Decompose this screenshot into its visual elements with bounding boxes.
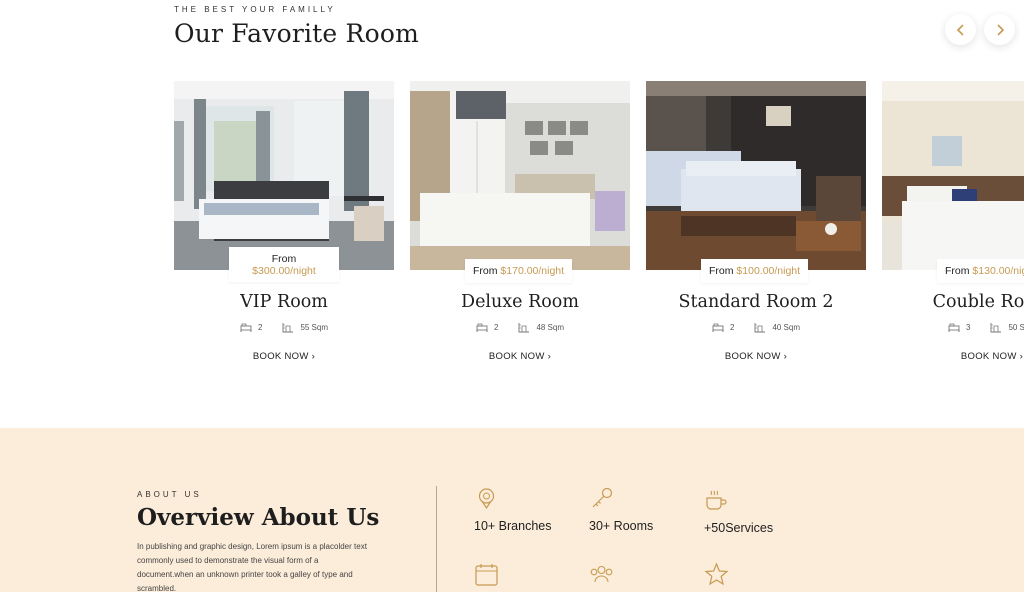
room-name[interactable]: VIP Room — [174, 292, 394, 312]
about-eyebrow: ABOUT US — [137, 490, 202, 499]
room-name[interactable]: Deluxe Room — [410, 292, 630, 312]
book-now-link[interactable]: BOOK NOW › — [882, 351, 1024, 362]
room-meta: 2 55 Sqm — [174, 322, 394, 333]
area-icon — [282, 323, 294, 333]
book-now-label: BOOK NOW — [488, 351, 545, 362]
chevron-right-icon: › — [1019, 351, 1024, 362]
about-text: In publishing and graphic design, Lorem … — [137, 542, 367, 592]
price-tag: From $100.00/night — [701, 259, 809, 283]
price-tag: From $130.00/night — [937, 259, 1024, 283]
price-tag: From $170.00/night — [465, 259, 573, 283]
chevron-right-icon: › — [311, 351, 316, 362]
section-title: Our Favorite Room — [174, 19, 419, 48]
room-card-deluxe[interactable]: From $170.00/night Deluxe Room 2 48 Sqm … — [410, 81, 630, 371]
room-card-standard[interactable]: From $100.00/night Standard Room 2 2 40 … — [646, 81, 866, 371]
price-amount: $170.00/night — [500, 265, 565, 277]
carousel-prev-button[interactable] — [945, 14, 976, 45]
stat-label: 10+ Branches — [474, 519, 552, 533]
price-prefix: From — [945, 265, 970, 277]
room-area: 55 Sqm — [300, 323, 329, 332]
bed-count: 2 — [257, 323, 263, 332]
room-photo[interactable] — [882, 81, 1024, 270]
about-title: Overview About Us — [137, 504, 380, 531]
chevron-right-icon — [996, 23, 1004, 36]
room-photo[interactable] — [174, 81, 394, 270]
calendar-icon — [475, 564, 498, 586]
price-amount: $100.00/night — [736, 265, 801, 277]
bed-count: 2 — [729, 323, 735, 332]
room-meta: 2 48 Sqm — [410, 322, 630, 333]
coffee-cup-icon — [706, 490, 727, 510]
bed-icon — [712, 323, 724, 332]
section-eyebrow: THE BEST YOUR FAMILLY — [174, 5, 336, 14]
chevron-right-icon: › — [547, 351, 552, 362]
area-icon — [754, 323, 766, 333]
carousel-next-button[interactable] — [984, 14, 1015, 45]
stat-label: +50Services — [704, 521, 774, 535]
book-now-label: BOOK NOW — [960, 351, 1017, 362]
about-divider — [436, 486, 437, 592]
price-tag: From $300.00/night — [229, 247, 339, 282]
chevron-left-icon — [956, 23, 964, 36]
stat-calendar — [474, 562, 499, 587]
price-prefix: From — [473, 265, 498, 277]
book-now-label: BOOK NOW — [252, 351, 309, 362]
book-now-link[interactable]: BOOK NOW › — [410, 351, 630, 362]
room-area: 48 Sqm — [536, 323, 565, 332]
stat-services: +50Services — [704, 488, 773, 535]
stat-label: 30+ Rooms — [589, 519, 654, 533]
book-now-link[interactable]: BOOK NOW › — [646, 351, 866, 362]
price-prefix: From — [271, 253, 297, 265]
bed-count: 3 — [965, 323, 971, 332]
room-photo[interactable] — [410, 81, 630, 270]
room-card-couble[interactable]: From $130.00/night Couble Room 3 50 Sqm … — [882, 81, 1024, 371]
room-photo[interactable] — [646, 81, 866, 270]
room-card-vip[interactable]: From $300.00/night VIP Room 2 55 Sqm BOO… — [174, 81, 394, 371]
room-area: 50 Sqm — [1008, 323, 1024, 332]
stat-branches: 10+ Branches — [474, 486, 551, 533]
price-amount: $130.00/night — [972, 265, 1024, 277]
room-name[interactable]: Couble Room — [882, 292, 1024, 312]
people-icon — [590, 565, 613, 583]
star-icon — [704, 562, 729, 586]
area-icon — [990, 323, 1002, 333]
book-now-label: BOOK NOW — [724, 351, 781, 362]
bed-icon — [240, 323, 252, 332]
price-amount: $300.00/night — [252, 265, 316, 277]
chevron-right-icon: › — [783, 351, 788, 362]
stat-people — [589, 562, 614, 587]
stat-rooms: 30+ Rooms — [589, 486, 653, 533]
price-prefix: From — [709, 265, 734, 277]
map-pin-icon — [478, 488, 495, 510]
room-name[interactable]: Standard Room 2 — [646, 292, 866, 312]
bed-count: 2 — [493, 323, 499, 332]
room-meta: 3 50 Sqm — [882, 322, 1024, 333]
room-area: 40 Sqm — [772, 323, 801, 332]
room-meta: 2 40 Sqm — [646, 322, 866, 333]
stat-star — [704, 562, 729, 587]
about-section: ABOUT US Overview About Us In publishing… — [0, 428, 1024, 592]
bed-icon — [948, 323, 960, 332]
bed-icon — [476, 323, 488, 332]
area-icon — [518, 323, 530, 333]
book-now-link[interactable]: BOOK NOW › — [174, 351, 394, 362]
key-icon — [592, 487, 613, 508]
